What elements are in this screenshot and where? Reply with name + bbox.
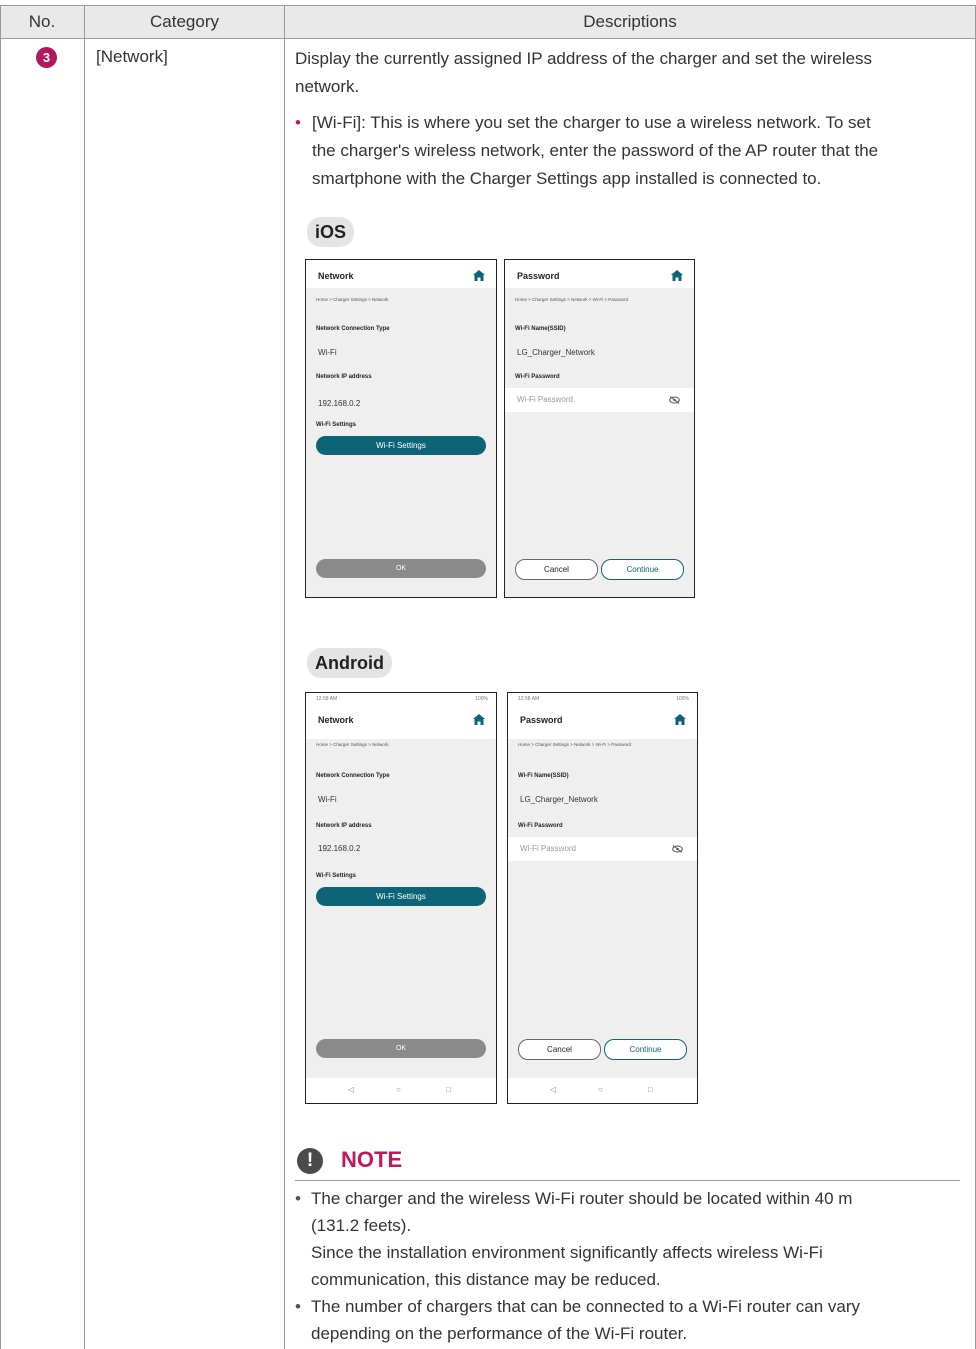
ios-label: iOS	[307, 217, 355, 247]
android-network-screen: 12:58 AM 100% Network Home > Charger Set…	[305, 692, 497, 1104]
cancel-button[interactable]: Cancel	[515, 559, 598, 580]
password-label: Wi-Fi Password	[518, 823, 563, 829]
note-item-1-line-4: communication, this distance may be redu…	[311, 1270, 661, 1289]
conn-type-value: Wi-Fi	[318, 348, 337, 357]
status-bar: 12:58 AM 100%	[518, 696, 689, 702]
back-icon[interactable]: ◁	[348, 1085, 354, 1094]
ios-password-screen: Password Home > Charger Settings > Netwo…	[504, 259, 695, 598]
wifi-settings-label: Wi-Fi Settings	[316, 422, 356, 428]
conn-type-value: Wi-Fi	[318, 795, 337, 804]
ssid-label: Wi-Fi Name(SSID)	[518, 773, 569, 779]
note-item-1: • The charger and the wireless Wi-Fi rou…	[295, 1185, 955, 1293]
home-icon[interactable]	[473, 270, 485, 281]
status-time: 12:58 AM	[316, 696, 338, 702]
screen-header: 12:58 AM 100% Network	[306, 693, 496, 739]
header-category: Category	[150, 12, 219, 31]
home-icon[interactable]	[671, 270, 683, 281]
intro-line-1: Display the currently assigned IP addres…	[295, 49, 873, 68]
note-item-2-line-1: The number of chargers that can be conne…	[311, 1297, 860, 1316]
screen-header: 12:58 AM 100% Password	[508, 693, 697, 739]
row-number-badge: 3	[36, 47, 57, 68]
header-no: No.	[28, 12, 56, 31]
table-border-left	[0, 5, 1, 1349]
ssid-value: LG_Charger_Network	[517, 348, 595, 357]
intro-line-2: network.	[295, 77, 360, 96]
breadcrumb: Home > Charger Settings > Network	[316, 297, 389, 302]
status-battery: 100%	[676, 696, 689, 702]
wifi-line-1: [Wi-Fi]: This is where you set the charg…	[312, 113, 871, 132]
breadcrumb: Home > Charger Settings > Network > Wi-F…	[518, 742, 632, 747]
breadcrumb: Home > Charger Settings > Network > Wi-F…	[515, 297, 629, 302]
note-item-1-line-3: Since the installation environment signi…	[311, 1243, 823, 1262]
android-label: Android	[307, 648, 392, 678]
screen-header: Network	[306, 260, 496, 288]
status-bar: 12:58 AM 100%	[316, 696, 488, 702]
home-icon[interactable]	[473, 714, 485, 725]
ip-value: 192.168.0.2	[318, 844, 361, 853]
status-battery: 100%	[475, 696, 488, 702]
note-bullet: •	[295, 1297, 301, 1316]
continue-button[interactable]: Continue	[601, 559, 684, 580]
password-input[interactable]: Wi-Fi Password	[508, 837, 697, 861]
cancel-button[interactable]: Cancel	[518, 1039, 601, 1060]
screen-title: Network	[318, 715, 354, 725]
status-time: 12:58 AM	[518, 696, 540, 702]
note-divider	[295, 1180, 960, 1181]
hide-password-icon[interactable]	[669, 396, 680, 404]
ip-label: Network IP address	[316, 374, 372, 380]
recent-apps-icon[interactable]: □	[446, 1085, 451, 1094]
row-category: [Network]	[96, 47, 168, 66]
home-icon[interactable]	[674, 714, 686, 725]
note-item-2-line-2: depending on the performance of the Wi-F…	[311, 1324, 688, 1343]
home-nav-icon[interactable]: ○	[598, 1085, 603, 1094]
ip-value: 192.168.0.2	[318, 399, 361, 408]
wifi-settings-button[interactable]: Wi-Fi Settings	[316, 887, 486, 906]
wifi-settings-label: Wi-Fi Settings	[316, 873, 356, 879]
note-icon: !	[297, 1148, 323, 1174]
screen-title: Password	[520, 715, 563, 725]
spec-table: No. Category Descriptions	[0, 0, 976, 1349]
ios-network-screen: Network Home > Charger Settings > Networ…	[305, 259, 497, 598]
password-placeholder: Wi-Fi Password	[517, 395, 574, 404]
password-placeholder: Wi-Fi Password	[520, 844, 577, 853]
wifi-bullet-block: • [Wi-Fi]: This is where you set the cha…	[295, 109, 955, 193]
hide-password-icon[interactable]	[672, 845, 683, 853]
note-item-2: • The number of chargers that can be con…	[295, 1293, 955, 1347]
password-input[interactable]: Wi-Fi Password	[505, 388, 694, 412]
breadcrumb: Home > Charger Settings > Network	[316, 742, 389, 747]
note-item-1-line-1: The charger and the wireless Wi-Fi route…	[311, 1189, 853, 1208]
back-icon[interactable]: ◁	[550, 1085, 556, 1094]
note-item-1-line-2: (131.2 feets).	[311, 1216, 412, 1235]
column-divider-1	[84, 5, 85, 1349]
screen-title: Password	[517, 271, 560, 281]
android-nav-bar: ◁ ○ □	[508, 1078, 697, 1103]
column-divider-2	[284, 5, 285, 1349]
screen-header: Password	[505, 260, 694, 288]
wifi-settings-button[interactable]: Wi-Fi Settings	[316, 436, 486, 455]
note-bullet: •	[295, 1189, 301, 1208]
password-label: Wi-Fi Password	[515, 374, 560, 380]
recent-apps-icon[interactable]: □	[648, 1085, 653, 1094]
ssid-value: LG_Charger_Network	[520, 795, 598, 804]
ip-label: Network IP address	[316, 823, 372, 829]
android-password-screen: 12:58 AM 100% Password Home > Charger Se…	[507, 692, 698, 1104]
wifi-line-2: the charger's wireless network, enter th…	[312, 141, 879, 160]
continue-button[interactable]: Continue	[604, 1039, 687, 1060]
home-nav-icon[interactable]: ○	[396, 1085, 401, 1094]
screen-title: Network	[318, 271, 354, 281]
ssid-label: Wi-Fi Name(SSID)	[515, 326, 566, 332]
intro-text: Display the currently assigned IP addres…	[295, 45, 955, 101]
ok-button[interactable]: OK	[316, 1039, 486, 1058]
wifi-line-3: smartphone with the Charger Settings app…	[312, 169, 822, 188]
header-descriptions: Descriptions	[583, 12, 677, 31]
bullet-marker: •	[295, 113, 301, 132]
android-nav-bar: ◁ ○ □	[306, 1078, 496, 1103]
conn-type-label: Network Connection Type	[316, 326, 390, 332]
note-list: • The charger and the wireless Wi-Fi rou…	[295, 1185, 955, 1347]
conn-type-label: Network Connection Type	[316, 773, 390, 779]
note-title: NOTE	[341, 1147, 403, 1172]
ok-button[interactable]: OK	[316, 559, 486, 578]
